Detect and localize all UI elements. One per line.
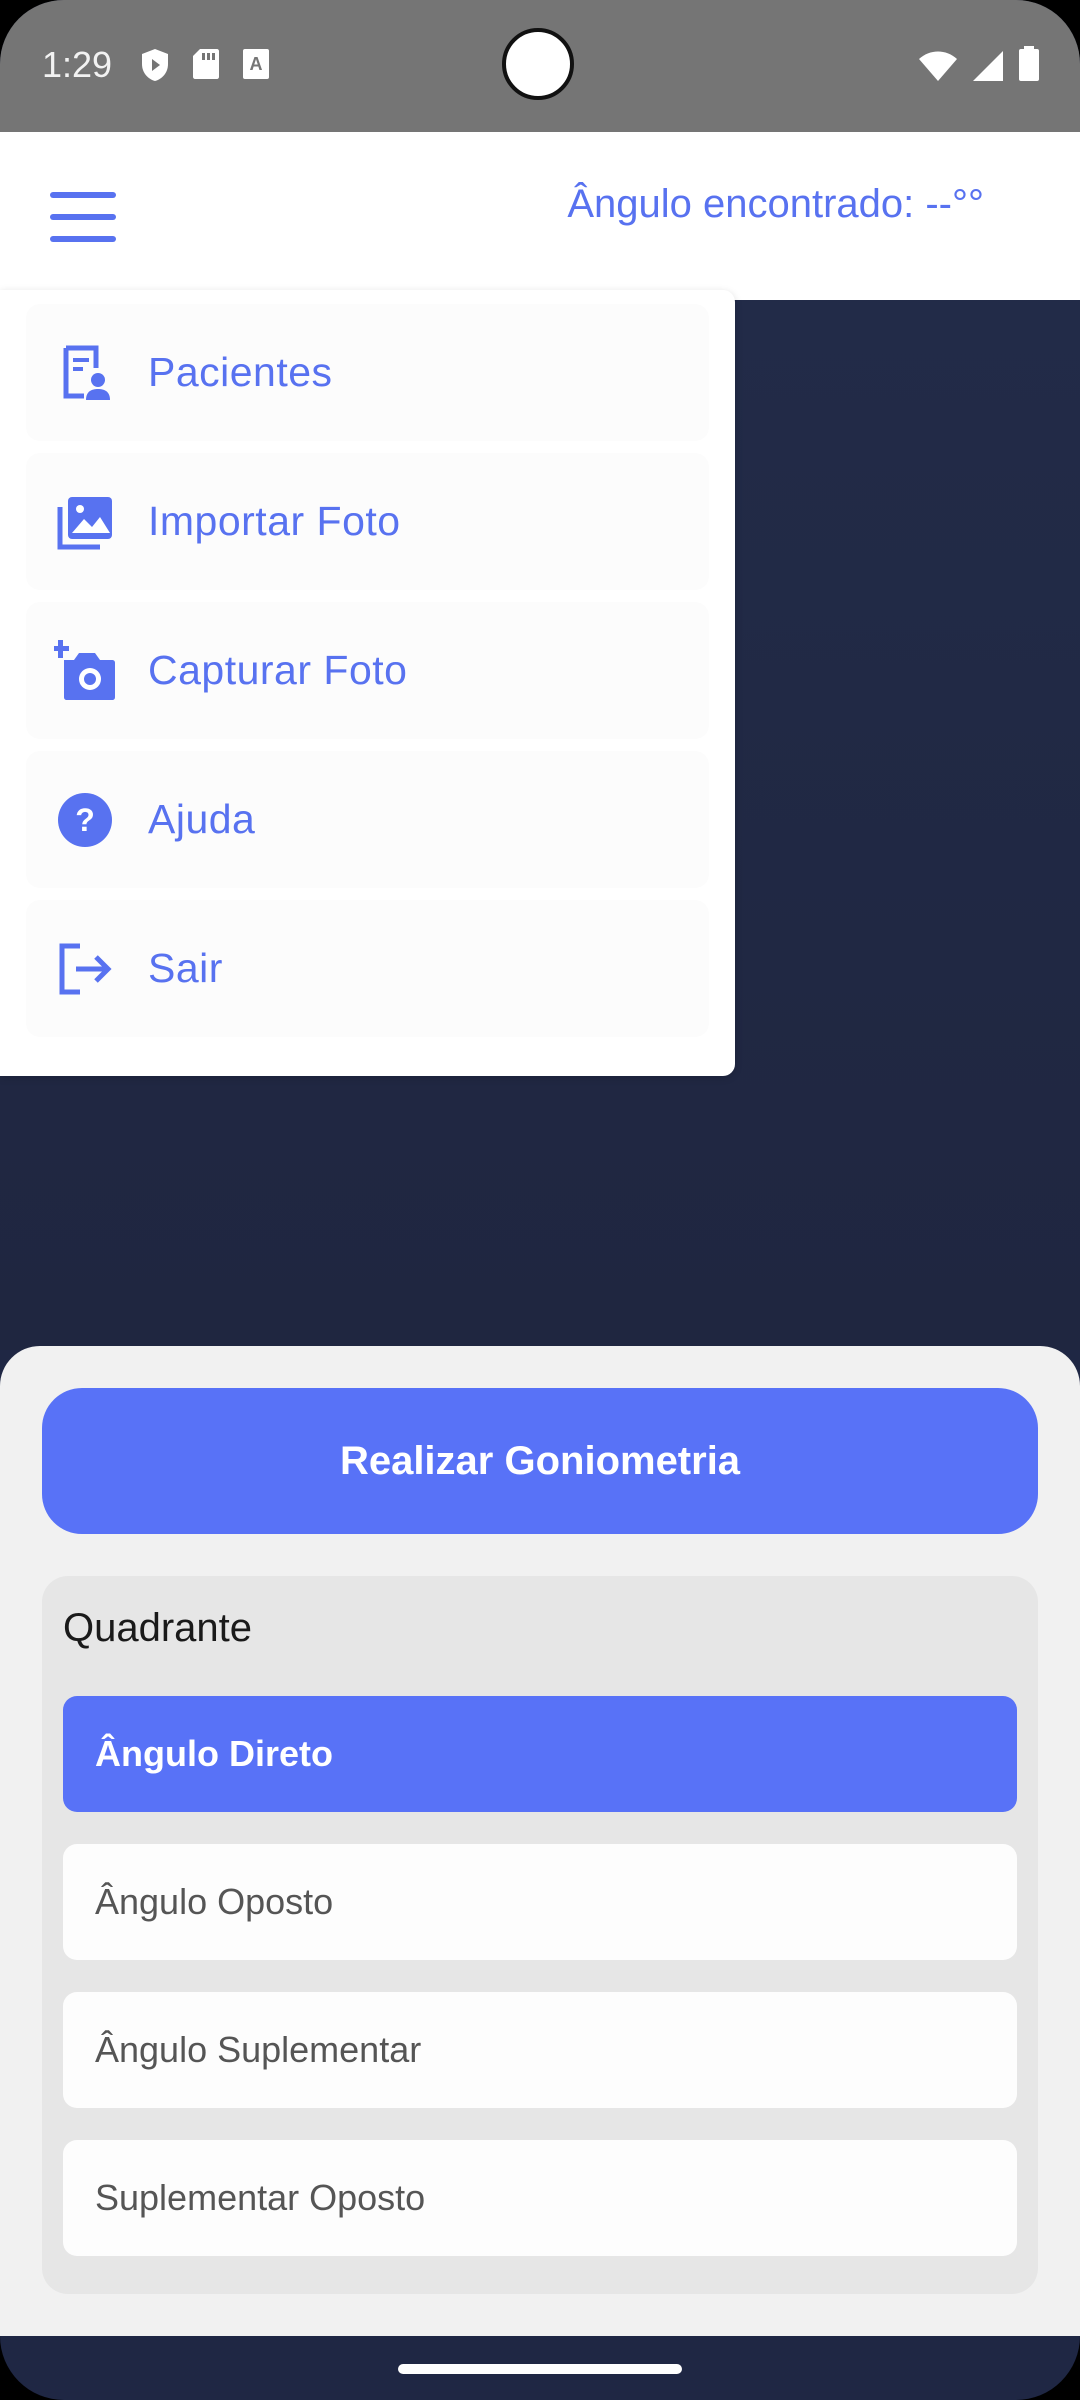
sd-card-icon <box>192 48 220 87</box>
menu-item-importar-foto[interactable]: Importar Foto <box>26 453 709 590</box>
photo-library-icon <box>52 489 118 555</box>
logout-icon <box>52 936 118 1002</box>
menu-item-capturar-foto[interactable]: Capturar Foto <box>26 602 709 739</box>
front-camera-cutout <box>502 28 574 100</box>
menu-item-label: Sair <box>148 945 223 991</box>
navigation-drawer: Pacientes Importar Foto Capturar Foto ? … <box>0 290 735 1076</box>
option-suplementar-oposto[interactable]: Suplementar Oposto <box>63 2140 1017 2256</box>
wifi-icon <box>918 50 958 87</box>
menu-item-ajuda[interactable]: ? Ajuda <box>26 751 709 888</box>
patients-list-icon <box>52 340 118 406</box>
bottom-panel: Realizar Goniometria Quadrante Ângulo Di… <box>0 1346 1080 2336</box>
hamburger-menu-icon[interactable] <box>50 192 116 242</box>
help-icon: ? <box>52 787 118 853</box>
add-camera-icon <box>52 638 118 704</box>
quadrant-selector: Quadrante Ângulo Direto Ângulo Oposto Ân… <box>42 1576 1038 2294</box>
status-time: 1:29 <box>42 44 113 85</box>
status-bar: 1:29 A <box>0 0 1080 132</box>
phone-screen: 1:29 A Ângulo encontrado: --°° Pacientes… <box>0 0 1080 2400</box>
gesture-navigation-bar[interactable] <box>398 2364 682 2374</box>
angle-found-label: Ângulo encontrado: --°° <box>567 182 984 226</box>
option-angulo-oposto[interactable]: Ângulo Oposto <box>63 1844 1017 1960</box>
text-a-icon: A <box>242 48 270 87</box>
menu-item-label: Importar Foto <box>148 498 401 544</box>
shield-play-icon <box>140 48 170 87</box>
quadrant-title: Quadrante <box>63 1606 253 1650</box>
menu-item-label: Pacientes <box>148 349 333 395</box>
signal-icon <box>972 50 1004 87</box>
svg-text:A: A <box>250 54 263 74</box>
option-angulo-suplementar[interactable]: Ângulo Suplementar <box>63 1992 1017 2108</box>
app-bar: Ângulo encontrado: --°° <box>0 132 1080 300</box>
menu-item-pacientes[interactable]: Pacientes <box>26 304 709 441</box>
realizar-goniometria-button[interactable]: Realizar Goniometria <box>42 1388 1038 1534</box>
status-icons-right <box>918 46 1040 87</box>
menu-item-label: Ajuda <box>148 796 256 842</box>
status-icons-left: A <box>140 48 270 87</box>
battery-icon <box>1018 46 1040 87</box>
option-angulo-direto[interactable]: Ângulo Direto <box>63 1696 1017 1812</box>
menu-item-label: Capturar Foto <box>148 647 408 693</box>
svg-text:?: ? <box>75 802 95 838</box>
menu-item-sair[interactable]: Sair <box>26 900 709 1037</box>
